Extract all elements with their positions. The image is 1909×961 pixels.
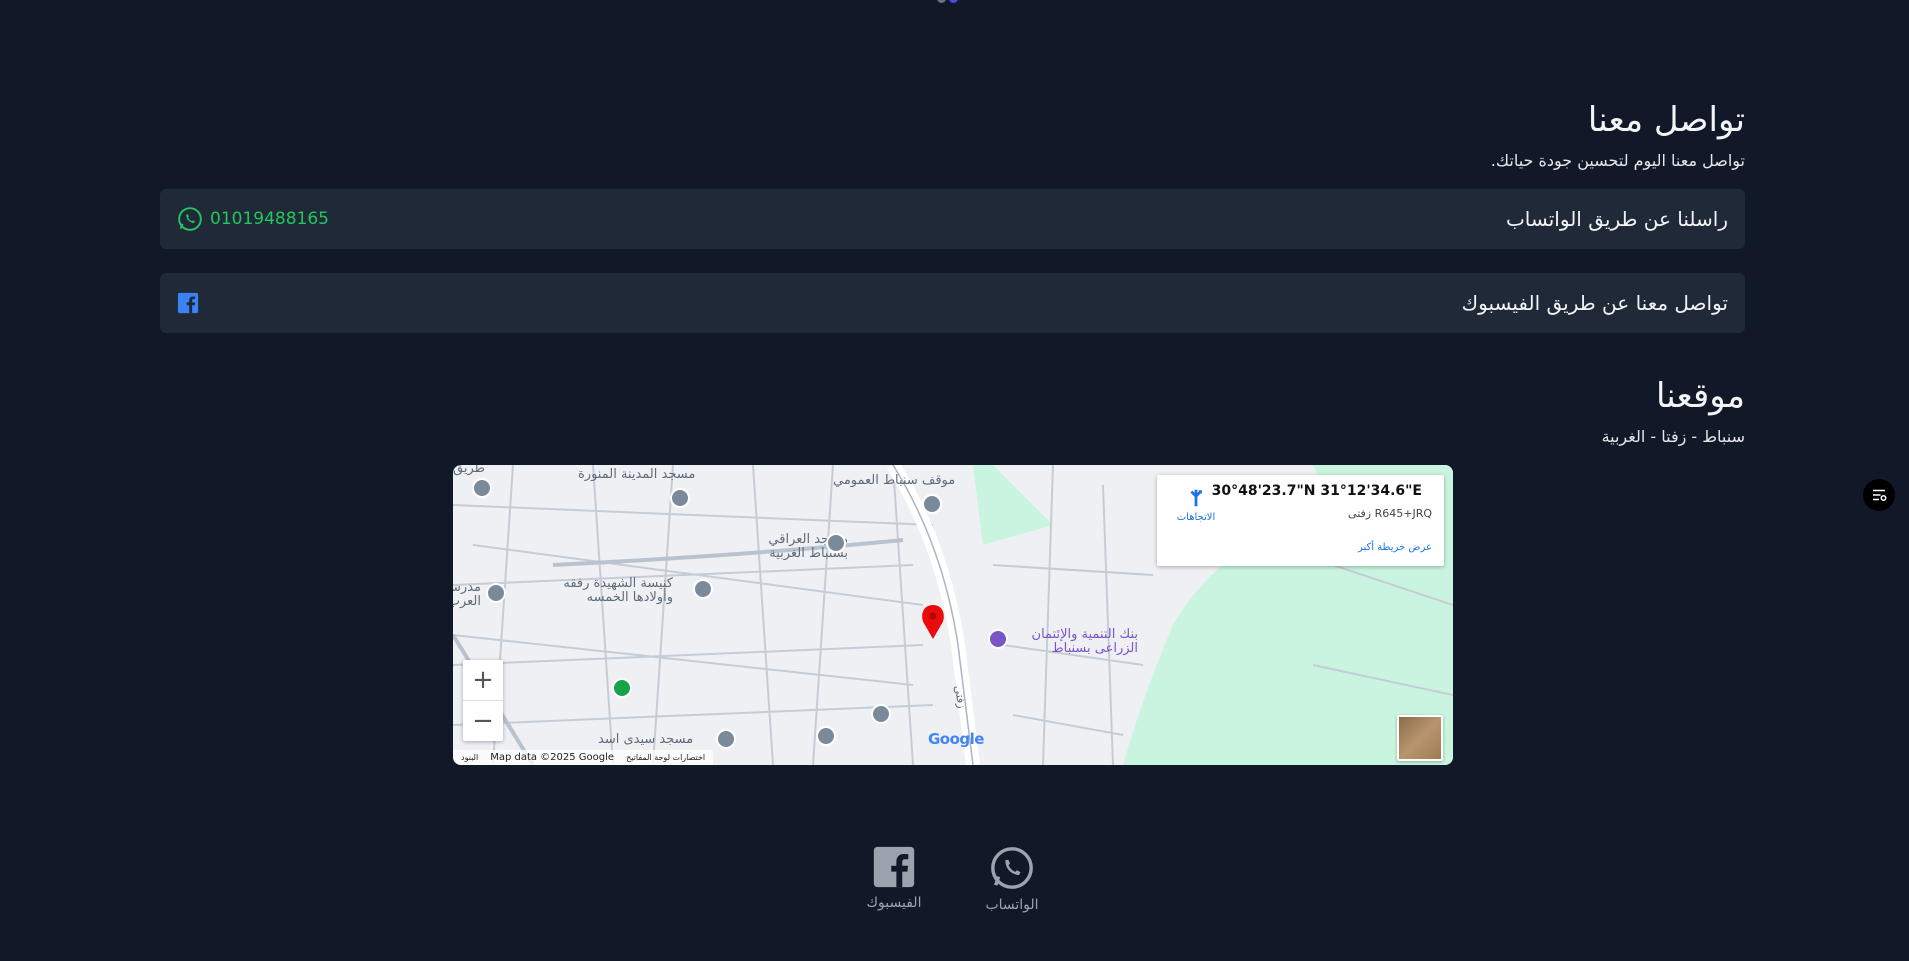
google-logo: Google <box>928 730 984 748</box>
footer-whatsapp-label: الواتساب <box>985 897 1039 913</box>
facebook-link[interactable] <box>177 292 199 314</box>
zoom-out-button[interactable]: − <box>463 701 503 741</box>
footer-facebook-label: الفيسبوك <box>866 895 922 911</box>
poi-marker[interactable] <box>988 629 1008 649</box>
satellite-toggle[interactable] <box>1397 715 1443 761</box>
map-coords: 30°48'23.7"N 31°12'34.6"E <box>1211 483 1422 499</box>
facebook-card-title: تواصل معنا عن طريق الفيسبوك <box>1461 291 1728 315</box>
poi-church[interactable]: كنيسة الشهيدة رفقه وأولادها الخمسه <box>553 577 673 605</box>
directions-button[interactable]: الاتجاهات <box>1167 487 1225 523</box>
poi-school[interactable]: مدرسة العرب <box>453 581 481 609</box>
poi-marker[interactable] <box>716 729 736 749</box>
whatsapp-card[interactable]: راسلنا عن طريق الواتساب 01019488165 <box>160 189 1745 249</box>
zoom-in-button[interactable]: + <box>463 660 503 701</box>
facebook-icon <box>873 846 915 888</box>
contact-section: تواصل معنا تواصل معنا اليوم لتحسين جودة … <box>160 100 1745 172</box>
view-larger-map-link[interactable]: عرض خريطة أكبر <box>1358 542 1432 553</box>
location-address: سنباط - زفتا - الغربية <box>1601 427 1745 446</box>
map-terms-link[interactable]: البنود <box>461 753 478 762</box>
whatsapp-link[interactable]: 01019488165 <box>177 206 329 232</box>
poi-road[interactable]: طريق <box>453 465 485 476</box>
poi-marker[interactable] <box>871 704 891 724</box>
map-plus-code: R645+JRQ زفتى <box>1348 507 1432 520</box>
map-attribution-bar: البنود Map data ©2025 Google اختصارات لو… <box>453 750 713 765</box>
poi-marker[interactable] <box>670 488 690 508</box>
facebook-icon <box>177 292 199 314</box>
map-info-card: 30°48'23.7"N 31°12'34.6"E R645+JRQ زفتى … <box>1157 475 1444 566</box>
poi-marker[interactable] <box>472 478 492 498</box>
contact-title: تواصل معنا <box>1587 100 1745 140</box>
location-title: موقعنا <box>1655 376 1745 416</box>
poi-marker[interactable] <box>922 494 942 514</box>
poi-marker[interactable] <box>486 583 506 603</box>
map-zoom-controls: + − <box>463 660 503 741</box>
facebook-card[interactable]: تواصل معنا عن طريق الفيسبوك <box>160 273 1745 333</box>
footer-facebook[interactable]: الفيسبوك <box>854 845 934 911</box>
poi-sunbat-stand[interactable]: موقف سنباط العمومي <box>833 474 955 488</box>
directions-icon <box>1190 489 1202 507</box>
location-section: موقعنا سنباط - زفتا - الغربية <box>160 376 1745 448</box>
whatsapp-card-title: راسلنا عن طريق الواتساب <box>1505 207 1728 231</box>
poi-marker[interactable] <box>693 579 713 599</box>
top-dots <box>937 0 965 3</box>
poi-marker[interactable] <box>826 533 846 553</box>
directions-label: الاتجاهات <box>1176 512 1216 523</box>
whatsapp-icon <box>178 207 202 231</box>
menu-toggle-button[interactable] <box>1863 479 1895 511</box>
map-marker-icon <box>922 605 944 639</box>
poi-mosque-asad[interactable]: مسجد سيدى اسد <box>598 733 693 747</box>
poi-marker[interactable] <box>816 726 836 746</box>
poi-marker[interactable] <box>612 678 632 698</box>
footer-whatsapp[interactable]: الواتساب <box>972 845 1052 913</box>
contact-subtitle: تواصل معنا اليوم لتحسين جودة حياتك. <box>1490 151 1745 170</box>
poi-mosque-madina[interactable]: مسجد المدينة المنورة <box>578 468 695 482</box>
whatsapp-icon <box>991 847 1033 889</box>
menu-toggle-icon <box>1873 489 1887 501</box>
poi-bank[interactable]: بنك التنمية والإئتمان الزراعى بسنباط <box>1013 628 1138 656</box>
keyboard-shortcuts-link[interactable]: اختصارات لوحة المفاتيح <box>626 753 705 762</box>
embedded-map[interactable]: مسجد المدينة المنورة موقف سنباط العمومي … <box>453 465 1453 765</box>
whatsapp-phone: 01019488165 <box>210 209 329 229</box>
map-attribution: Map data ©2025 Google <box>490 752 615 763</box>
